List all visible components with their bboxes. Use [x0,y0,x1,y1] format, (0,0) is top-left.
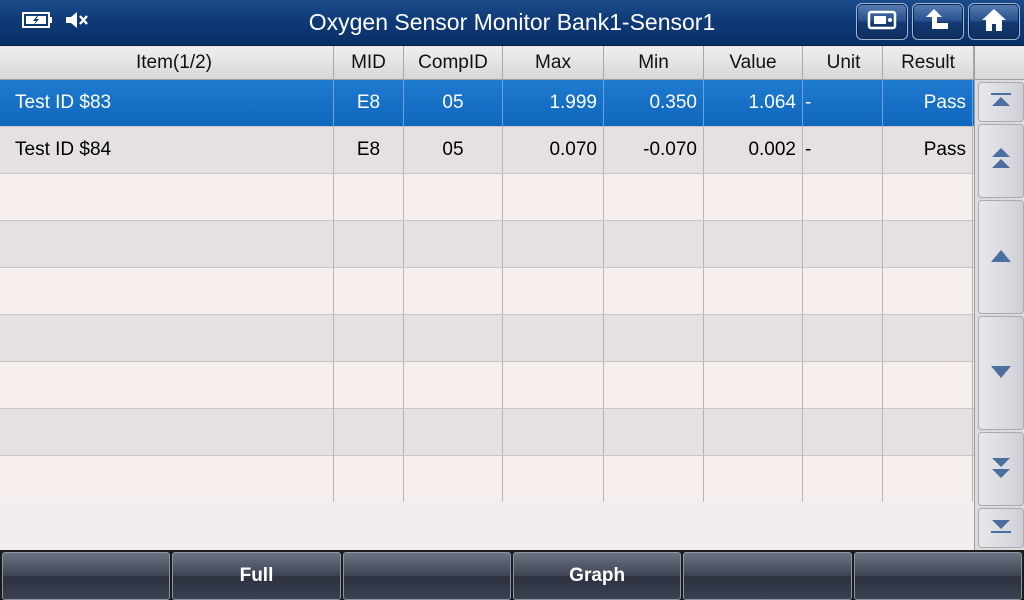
header-min: Min [604,46,704,80]
cell-value: 0.002 [704,127,803,173]
cell-compid: 05 [404,127,503,173]
table-body: Test ID $83 E8 05 1.999 0.350 1.064 - Pa… [0,80,974,502]
scroll-top-button[interactable] [978,82,1024,122]
table-row-empty [0,268,974,315]
page-up-icon [990,146,1012,176]
title-bar: Oxygen Sensor Monitor Bank1-Sensor1 [0,0,1024,46]
line-down-icon [990,364,1012,383]
cell-unit: - [803,127,883,173]
back-button[interactable] [912,3,964,40]
home-button[interactable] [968,3,1020,40]
cell-result: Pass [883,127,973,173]
header-value: Value [704,46,803,80]
function-button-6[interactable] [853,552,1022,600]
scroll-bottom-icon [990,518,1012,538]
page-down-button[interactable] [978,432,1024,506]
cell-max: 1.999 [503,80,604,126]
cell-item: Test ID $83 [0,80,334,126]
table-row-empty [0,456,974,502]
cell-mid: E8 [334,80,404,126]
header-compid: CompID [404,46,503,80]
cell-item: Test ID $84 [0,127,334,173]
cell-value: 1.064 [704,80,803,126]
results-table: Item(1/2) MID CompID Max Min Value Unit … [0,46,974,550]
cell-unit: - [803,80,883,126]
cell-min: -0.070 [604,127,704,173]
header-max: Max [503,46,604,80]
cell-min: 0.350 [604,80,704,126]
cell-max: 0.070 [503,127,604,173]
header-mid: MID [334,46,404,80]
page-down-icon [990,454,1012,484]
table-row-empty [0,174,974,221]
bottom-button-bar: Full Graph [0,550,1024,600]
table-row-empty [0,362,974,409]
table-header: Item(1/2) MID CompID Max Min Value Unit … [0,46,974,80]
scroll-panel [974,46,1024,550]
scroll-bottom-button[interactable] [978,508,1024,548]
screenshot-icon [867,8,897,36]
header-result: Result [883,46,974,80]
line-up-icon [990,248,1012,267]
function-button-1[interactable] [2,552,171,600]
header-unit: Unit [803,46,883,80]
graph-button[interactable]: Graph [512,552,682,600]
scroll-top-icon [990,92,1012,112]
top-button-group [856,3,1020,40]
function-button-5[interactable] [683,552,852,600]
line-down-button[interactable] [978,316,1024,430]
table-row-empty [0,409,974,456]
line-up-button[interactable] [978,200,1024,314]
cell-result: Pass [883,80,973,126]
screenshot-button[interactable] [856,3,908,40]
table-row-empty [0,315,974,362]
table-row[interactable]: Test ID $84 E8 05 0.070 -0.070 0.002 - P… [0,127,974,174]
page-up-button[interactable] [978,124,1024,198]
table-row[interactable]: Test ID $83 E8 05 1.999 0.350 1.064 - Pa… [0,80,974,127]
back-icon [924,7,952,37]
home-icon [980,7,1008,37]
function-button-3[interactable] [342,552,511,600]
table-row-empty [0,221,974,268]
cell-mid: E8 [334,127,404,173]
full-button[interactable]: Full [172,552,341,600]
cell-compid: 05 [404,80,503,126]
header-item: Item(1/2) [0,46,334,80]
